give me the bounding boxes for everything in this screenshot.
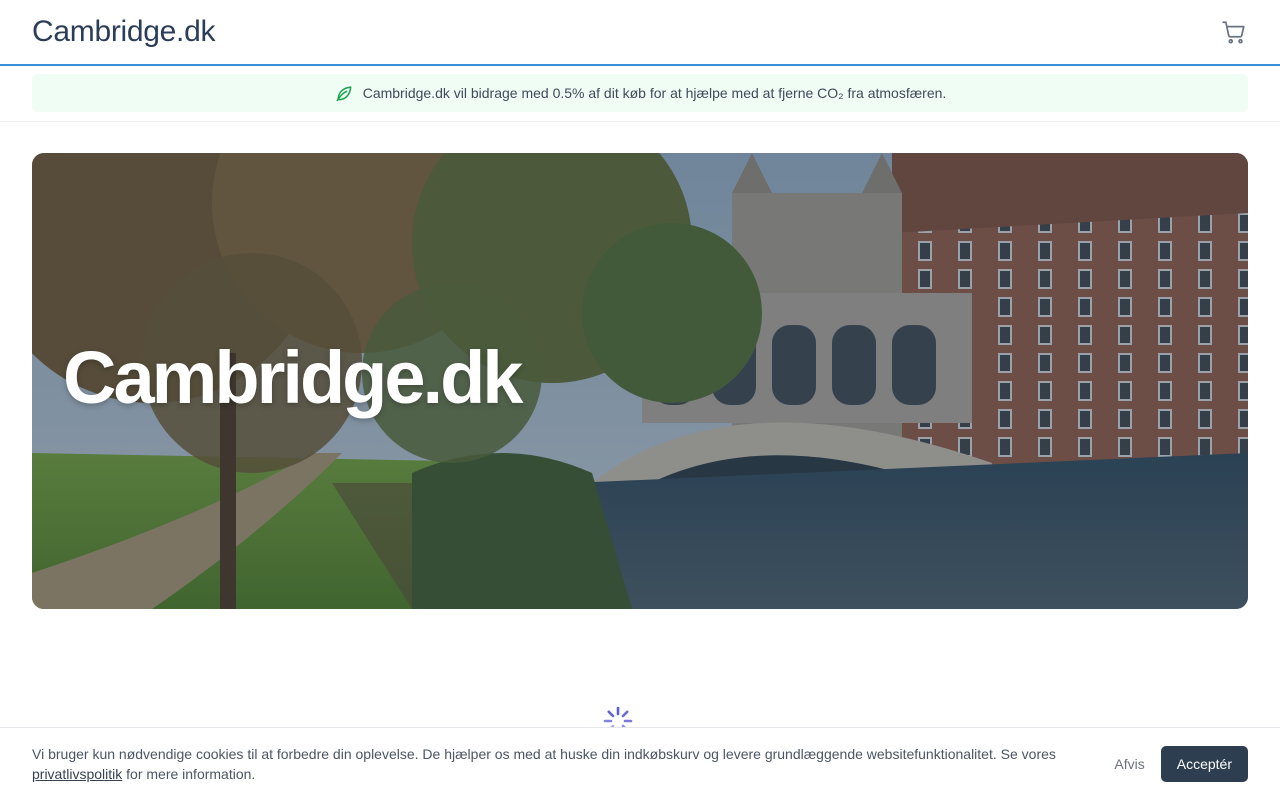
shopping-cart-icon [1222, 21, 1245, 44]
cookie-consent-banner: Vi bruger kun nødvendige cookies til at … [0, 727, 1280, 800]
eco-banner: Cambridge.dk vil bidrage med 0.5% af dit… [32, 74, 1248, 112]
eco-banner-container: Cambridge.dk vil bidrage med 0.5% af dit… [0, 66, 1280, 122]
accept-cookies-button[interactable]: Acceptér [1160, 746, 1248, 782]
leaf-icon [334, 83, 354, 103]
brand-logo-link[interactable]: Cambridge.dk [32, 15, 215, 49]
cookie-text-after: for mere information. [122, 766, 256, 782]
cookie-consent-text: Vi bruger kun nødvendige cookies til at … [32, 744, 1062, 784]
cookie-text-before: Vi bruger kun nødvendige cookies til at … [32, 746, 1056, 762]
hero-title: Cambridge.dk [63, 336, 523, 419]
hero-banner: Cambridge.dk [32, 153, 1248, 609]
eco-banner-text: Cambridge.dk vil bidrage med 0.5% af dit… [362, 85, 947, 101]
privacy-policy-link[interactable]: privatlivspolitik [32, 766, 122, 782]
site-header: Cambridge.dk [0, 0, 1280, 66]
decline-cookies-button[interactable]: Afvis [1114, 748, 1144, 780]
cart-button[interactable] [1218, 16, 1250, 48]
cookie-actions: Afvis Acceptér [1114, 746, 1248, 782]
